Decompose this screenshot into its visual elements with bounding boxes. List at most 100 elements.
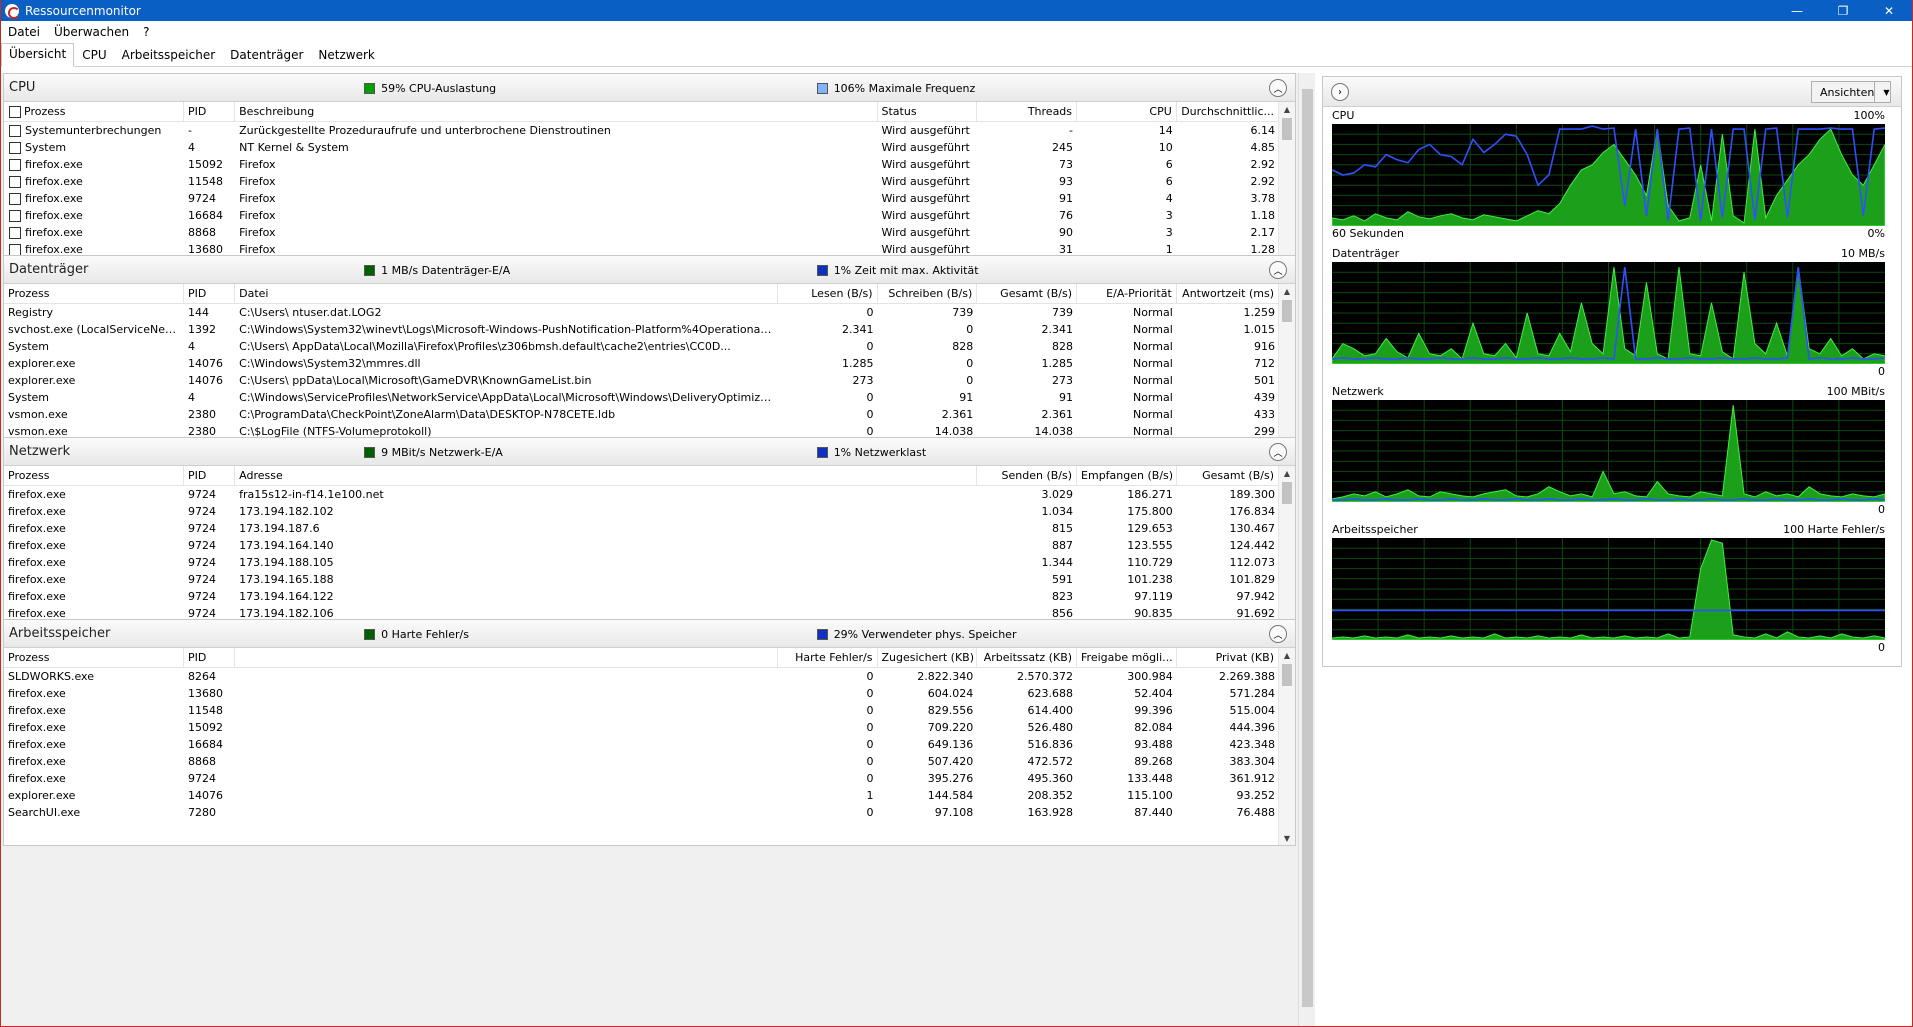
- menu-help[interactable]: ?: [136, 25, 156, 39]
- table-row[interactable]: svchost.exe (LocalServiceNetwo... 1392 C:\…: [4, 321, 1279, 338]
- scroll-up-icon[interactable]: ▲: [1279, 466, 1295, 480]
- scroll-up-icon[interactable]: ▲: [1279, 648, 1295, 662]
- memory-table-scrollbar[interactable]: ▲ ▼: [1278, 648, 1295, 845]
- table-row[interactable]: firefox.exe 9724 173.194.165.188 591 101.238…: [4, 571, 1279, 588]
- table-row[interactable]: Registry 144 C:\Users\ ntuser.dat.LOG2 0 739…: [4, 304, 1279, 321]
- process-checkbox[interactable]: [9, 125, 21, 137]
- restore-button[interactable]: ❐: [1820, 0, 1866, 21]
- network-column-header[interactable]: Prozess: [4, 466, 185, 486]
- cpu-column-header[interactable]: Prozess: [4, 102, 185, 122]
- select-all-checkbox[interactable]: [9, 106, 21, 118]
- cpu-column-header[interactable]: PID: [184, 102, 236, 122]
- scroll-up-icon[interactable]: ▲: [1279, 284, 1295, 298]
- table-row[interactable]: firefox.exe 8868 0 507.420 472.572 89.268 383.…: [4, 753, 1279, 770]
- disk-column-header[interactable]: Antwortzeit (ms): [1177, 284, 1279, 304]
- tab-uebersicht[interactable]: Übersicht: [1, 43, 75, 67]
- table-row[interactable]: firefox.exe 15092 Firefox Wird ausgeführt 73…: [4, 156, 1279, 173]
- memory-column-header[interactable]: [235, 648, 778, 668]
- cpu-panel-header[interactable]: CPU 59% CPU-Auslastung 106% Maximale Fre…: [4, 74, 1295, 102]
- expand-icon[interactable]: ›: [1331, 83, 1349, 101]
- network-column-header[interactable]: Empfangen (B/s): [1077, 466, 1177, 486]
- cpu-column-header[interactable]: Durchschnittlic...: [1177, 102, 1279, 122]
- table-row[interactable]: firefox.exe 13680 0 604.024 623.688 52.404 571…: [4, 685, 1279, 702]
- network-column-header[interactable]: Senden (B/s): [977, 466, 1078, 486]
- scroll-thumb[interactable]: [1282, 300, 1292, 322]
- table-row[interactable]: firefox.exe 11548 Firefox Wird ausgeführt 93…: [4, 173, 1279, 190]
- table-row[interactable]: System 4 C:\Users\ AppData\Local\Mozilla\F…: [4, 338, 1279, 355]
- network-column-header[interactable]: Gesamt (B/s): [1177, 466, 1279, 486]
- memory-column-header[interactable]: Harte Fehler/s: [778, 648, 878, 668]
- disk-column-header[interactable]: E/A-Priorität: [1077, 284, 1177, 304]
- menu-datei[interactable]: Datei: [1, 25, 47, 39]
- table-row[interactable]: firefox.exe 11548 0 829.556 614.400 99.396 515…: [4, 702, 1279, 719]
- table-row[interactable]: SLDWORKS.exe 8264 0 2.822.340 2.570.372 300.9…: [4, 668, 1279, 685]
- scroll-thumb[interactable]: [1282, 482, 1292, 504]
- cpu-column-header[interactable]: Beschreibung: [235, 102, 878, 122]
- disk-panel-header[interactable]: Datenträger 1 MB/s Datenträger-E/A 1% Ze…: [4, 256, 1295, 284]
- table-row[interactable]: firefox.exe 9724 173.194.182.102 1.034 175.8…: [4, 503, 1279, 520]
- table-row[interactable]: explorer.exe 14076 C:\Windows\System32\mmr…: [4, 355, 1279, 372]
- process-checkbox[interactable]: [9, 210, 21, 222]
- main-scrollbar[interactable]: [1298, 73, 1315, 1026]
- network-panel-header[interactable]: Netzwerk 9 MBit/s Netzwerk-E/A 1% Netzwe…: [4, 438, 1295, 466]
- tab-cpu[interactable]: CPU: [75, 45, 113, 66]
- main-scrollbar-thumb[interactable]: [1302, 89, 1313, 1007]
- process-checkbox[interactable]: [9, 142, 21, 154]
- close-button[interactable]: ✕: [1866, 0, 1912, 21]
- chevron-down-icon[interactable]: ▼: [1874, 82, 1890, 102]
- tab-datentraeger[interactable]: Datenträger: [223, 45, 310, 66]
- table-row[interactable]: firefox.exe 9724 173.194.164.140 887 123.555…: [4, 537, 1279, 554]
- table-row[interactable]: vsmon.exe 2380 C:\ProgramData\CheckPoint\Z…: [4, 406, 1279, 423]
- process-checkbox[interactable]: [9, 193, 21, 205]
- cpu-column-header[interactable]: Status: [878, 102, 978, 122]
- table-row[interactable]: firefox.exe 9724 173.194.164.122 823 97.119 9…: [4, 588, 1279, 605]
- disk-column-header[interactable]: Gesamt (B/s): [977, 284, 1078, 304]
- collapse-icon[interactable]: ︿: [1269, 261, 1287, 279]
- table-row[interactable]: firefox.exe 15092 0 709.220 526.480 82.084 444…: [4, 719, 1279, 736]
- collapse-icon[interactable]: ︿: [1269, 79, 1287, 97]
- scroll-thumb[interactable]: [1282, 664, 1292, 686]
- process-checkbox[interactable]: [9, 176, 21, 188]
- collapse-icon[interactable]: ︿: [1269, 443, 1287, 461]
- disk-column-header[interactable]: Prozess: [4, 284, 185, 304]
- disk-column-header[interactable]: Schreiben (B/s): [878, 284, 978, 304]
- tab-netzwerk[interactable]: Netzwerk: [311, 45, 381, 66]
- disk-column-header[interactable]: PID: [184, 284, 236, 304]
- cpu-column-header[interactable]: CPU: [1077, 102, 1177, 122]
- network-column-header[interactable]: Adresse: [235, 466, 978, 486]
- table-row[interactable]: System 4 NT Kernel & System Wird ausgeführt…: [4, 139, 1279, 156]
- table-row[interactable]: firefox.exe 9724 0 395.276 495.360 133.448 361…: [4, 770, 1279, 787]
- memory-column-header[interactable]: Privat (KB): [1177, 648, 1279, 668]
- cpu-column-header[interactable]: Threads: [977, 102, 1078, 122]
- memory-column-header[interactable]: Arbeitssatz (KB): [977, 648, 1078, 668]
- table-row[interactable]: firefox.exe 16684 Firefox Wird ausgeführt 76…: [4, 207, 1279, 224]
- process-checkbox[interactable]: [9, 159, 21, 171]
- table-row[interactable]: System 4 C:\Windows\ServiceProfiles\Networ…: [4, 389, 1279, 406]
- table-row[interactable]: SearchUI.exe 7280 0 97.108 163.928 87.440 76.4…: [4, 804, 1279, 821]
- memory-panel-header[interactable]: Arbeitsspeicher 0 Harte Fehler/s 29% Ver…: [4, 620, 1295, 648]
- table-row[interactable]: explorer.exe 14076 1 144.584 208.352 115.100 9…: [4, 787, 1279, 804]
- scroll-down-icon[interactable]: ▼: [1279, 831, 1295, 845]
- tab-arbeitsspeicher[interactable]: Arbeitsspeicher: [115, 45, 223, 66]
- table-row[interactable]: firefox.exe 9724 Firefox Wird ausgeführt 91 4…: [4, 190, 1279, 207]
- table-row[interactable]: firefox.exe 9724 173.194.188.105 1.344 110.7…: [4, 554, 1279, 571]
- table-row[interactable]: firefox.exe 16684 0 649.136 516.836 93.488 423…: [4, 736, 1279, 753]
- network-column-header[interactable]: PID: [184, 466, 236, 486]
- table-row[interactable]: Systemunterbrechungen - Zurückgestellte Pr…: [4, 122, 1279, 139]
- table-row[interactable]: firefox.exe 9724 fra15s12-in-f14.1e100.net…: [4, 486, 1279, 503]
- scroll-up-icon[interactable]: ▲: [1279, 102, 1295, 116]
- table-row[interactable]: explorer.exe 14076 C:\Users\ ppData\Local\…: [4, 372, 1279, 389]
- process-checkbox[interactable]: [9, 227, 21, 239]
- ansichten-button[interactable]: Ansichten ▼: [1811, 81, 1891, 103]
- menu-ueberwachen[interactable]: Überwachen: [47, 25, 136, 39]
- scroll-thumb[interactable]: [1282, 118, 1292, 140]
- table-row[interactable]: firefox.exe 8868 Firefox Wird ausgeführt 90 3…: [4, 224, 1279, 241]
- disk-column-header[interactable]: Datei: [235, 284, 778, 304]
- table-row[interactable]: firefox.exe 9724 173.194.187.6 815 129.653 13…: [4, 520, 1279, 537]
- minimize-button[interactable]: —: [1774, 0, 1820, 21]
- memory-column-header[interactable]: PID: [184, 648, 236, 668]
- memory-column-header[interactable]: Prozess: [4, 648, 185, 668]
- memory-column-header[interactable]: Freigabe mögli...: [1077, 648, 1177, 668]
- collapse-icon[interactable]: ︿: [1269, 625, 1287, 643]
- memory-column-header[interactable]: Zugesichert (KB): [878, 648, 978, 668]
